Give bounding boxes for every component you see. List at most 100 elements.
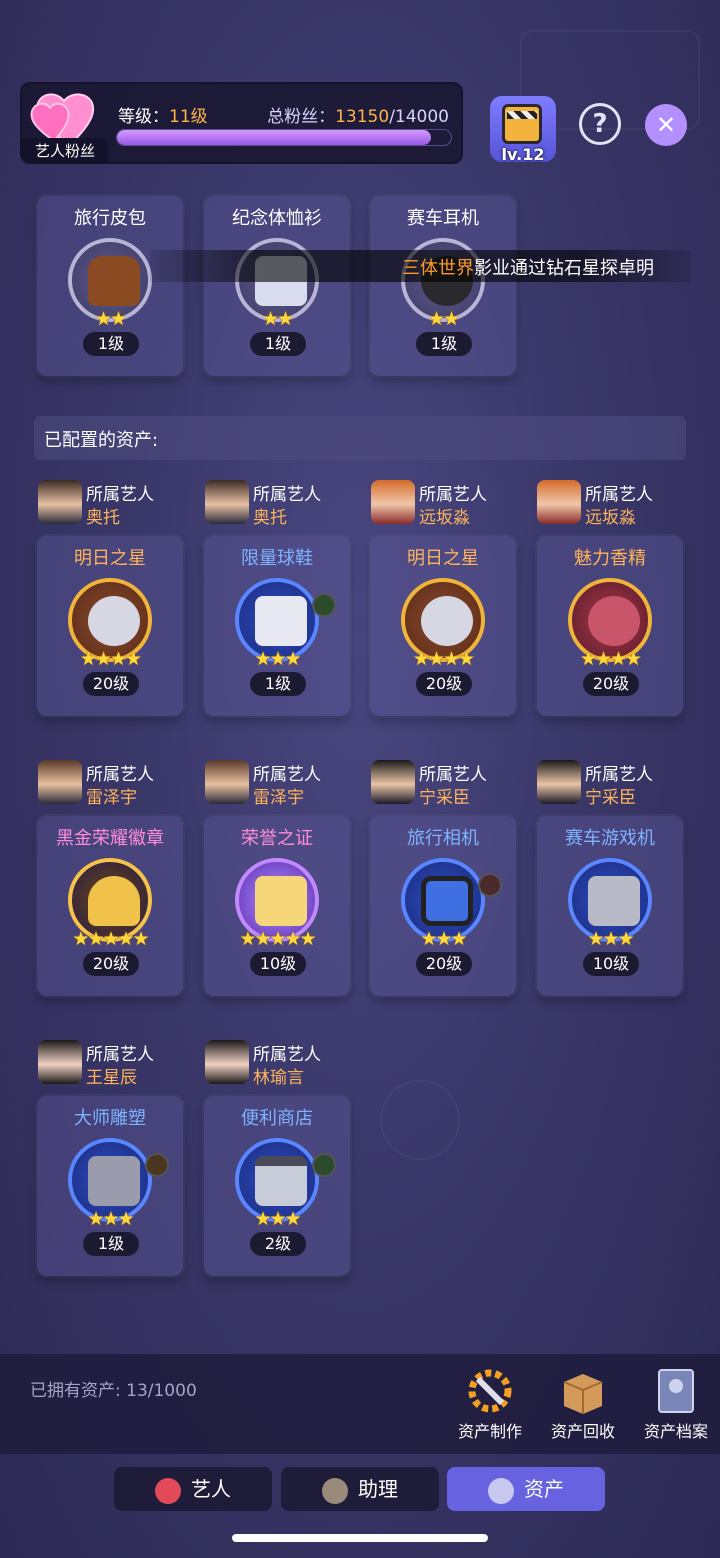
- asset-title: 大师雕塑: [74, 1108, 146, 1129]
- gamepad-icon: [588, 876, 640, 926]
- owner-name: 王星辰: [86, 1068, 137, 1088]
- asset-level: 20级: [583, 672, 639, 696]
- asset-level: 20级: [83, 672, 139, 696]
- badge-level: lv.12: [501, 145, 545, 164]
- asset-icon: [488, 1477, 514, 1504]
- box-icon: [563, 1374, 603, 1414]
- attribute-icon: [478, 873, 502, 897]
- asset-card[interactable]: 大师雕塑 ★★★ 1级: [37, 1096, 183, 1276]
- item-level: 1级: [416, 332, 472, 356]
- asset-title: 便利商店: [241, 1108, 313, 1129]
- marquee-text: 三体世界影业通过钻石星探卓明: [402, 254, 654, 280]
- asset-title: 魅力香精: [574, 548, 646, 569]
- asset-level: 20级: [416, 672, 472, 696]
- asset-level: 10级: [250, 952, 306, 976]
- owner-label: 所属艺人: [86, 485, 154, 505]
- asset-craft-button[interactable]: 资产制作: [450, 1364, 530, 1442]
- item-stars: ★★: [261, 308, 294, 330]
- certificate-icon: [255, 876, 307, 926]
- owner-label: 所属艺人: [419, 485, 487, 505]
- sneaker-icon: [255, 596, 307, 646]
- asset-card[interactable]: 便利商店 ★★★ 2级: [204, 1096, 350, 1276]
- unassigned-item-card[interactable]: 旅行皮包 ★★ 1级: [37, 196, 183, 376]
- star-award-icon: [421, 596, 473, 646]
- wrench-gear-icon: [468, 1369, 512, 1413]
- asset-stars: ★★★★: [579, 648, 642, 670]
- owner-name: 雷泽宇: [253, 788, 304, 808]
- avatar: [537, 480, 581, 524]
- book-icon: [658, 1369, 694, 1413]
- asset-level: 1级: [83, 1232, 139, 1256]
- asset-card[interactable]: 赛车游戏机 ★★★ 10级: [537, 816, 683, 996]
- owner-label: 所属艺人: [585, 485, 653, 505]
- bag-icon: [88, 256, 140, 306]
- unassigned-item-card[interactable]: 赛车耳机 ★★ 1级: [370, 196, 516, 376]
- owner-label: 所属艺人: [86, 1045, 154, 1065]
- asset-level: 2级: [250, 1232, 306, 1256]
- asset-stars: ★★★: [87, 1208, 134, 1230]
- asset-card[interactable]: 黑金荣耀徽章 ★★★★★ 20级: [37, 816, 183, 996]
- tool-label: 资产制作: [457, 1422, 522, 1441]
- attribute-icon: [312, 593, 336, 617]
- asset-level: 1级: [250, 672, 306, 696]
- item-stars: ★★: [94, 308, 127, 330]
- asset-stars: ★★★: [420, 928, 467, 950]
- artist-icon: [155, 1477, 181, 1504]
- bottom-panel: 已拥有资产: 13/1000 资产制作 资产回收 资产档案: [0, 1354, 720, 1454]
- close-icon: ✕: [655, 111, 677, 139]
- avatar: [371, 760, 415, 804]
- asset-card[interactable]: 明日之星 ★★★★ 20级: [37, 536, 183, 716]
- level-value: 11级: [169, 107, 208, 127]
- clapperboard-icon: [502, 104, 542, 144]
- tab-assets[interactable]: 资产: [447, 1467, 605, 1511]
- asset-title: 限量球鞋: [241, 548, 313, 569]
- asset-title: 明日之星: [407, 548, 479, 569]
- close-button[interactable]: ✕: [645, 104, 687, 146]
- level-label-text: 等级：: [118, 107, 169, 127]
- item-title: 旅行皮包: [74, 208, 146, 229]
- owner-label: 所属艺人: [419, 765, 487, 785]
- tool-label: 资产回收: [550, 1422, 615, 1441]
- asset-stars: ★★★★: [412, 648, 475, 670]
- asset-recycle-button[interactable]: 资产回收: [543, 1364, 623, 1442]
- help-button[interactable]: ?: [579, 103, 621, 145]
- asset-card[interactable]: 明日之星 ★★★★ 20级: [370, 536, 516, 716]
- home-indicator[interactable]: [232, 1534, 488, 1542]
- owner-name: 林瑜言: [253, 1068, 304, 1088]
- asset-card[interactable]: 限量球鞋 ★★★ 1级: [204, 536, 350, 716]
- star-award-icon: [88, 596, 140, 646]
- owner-name: 奥托: [86, 508, 120, 528]
- owner-label: 所属艺人: [585, 765, 653, 785]
- asset-archive-button[interactable]: 资产档案: [636, 1364, 716, 1442]
- asset-stars: ★★★: [254, 648, 301, 670]
- avatar: [371, 480, 415, 524]
- avatar: [38, 1040, 82, 1084]
- asset-card[interactable]: 荣誉之证 ★★★★★ 10级: [204, 816, 350, 996]
- owner-label: 所属艺人: [253, 1045, 321, 1065]
- tab-artist[interactable]: 艺人: [114, 1467, 272, 1511]
- asset-stars: ★★★★★: [239, 928, 316, 950]
- item-title: 纪念体恤衫: [232, 208, 322, 229]
- perfume-icon: [588, 596, 640, 646]
- level-badge-button[interactable]: lv.12: [490, 96, 556, 164]
- tab-assistant[interactable]: 助理: [281, 1467, 439, 1511]
- asset-title: 黑金荣耀徽章: [56, 828, 164, 849]
- store-icon: [255, 1156, 307, 1206]
- asset-level: 20级: [83, 952, 139, 976]
- level-label: 等级：11级: [118, 102, 208, 127]
- asset-title: 赛车游戏机: [565, 828, 655, 849]
- avatar: [38, 760, 82, 804]
- fans-tag: 艺人粉丝: [22, 138, 108, 164]
- owner-name: 远坂淼: [419, 508, 470, 528]
- item-level: 1级: [83, 332, 139, 356]
- asset-card[interactable]: 旅行相机 ★★★ 20级: [370, 816, 516, 996]
- asset-title: 荣誉之证: [241, 828, 313, 849]
- asset-stars: ★★★★★: [72, 928, 149, 950]
- owner-name: 远坂淼: [585, 508, 636, 528]
- asset-level: 20级: [416, 952, 472, 976]
- unassigned-item-card[interactable]: 纪念体恤衫 ★★ 1级: [204, 196, 350, 376]
- tab-label: 资产: [524, 1477, 564, 1501]
- question-icon: ?: [592, 109, 608, 139]
- tab-label: 助理: [358, 1477, 398, 1501]
- asset-card[interactable]: 魅力香精 ★★★★ 20级: [537, 536, 683, 716]
